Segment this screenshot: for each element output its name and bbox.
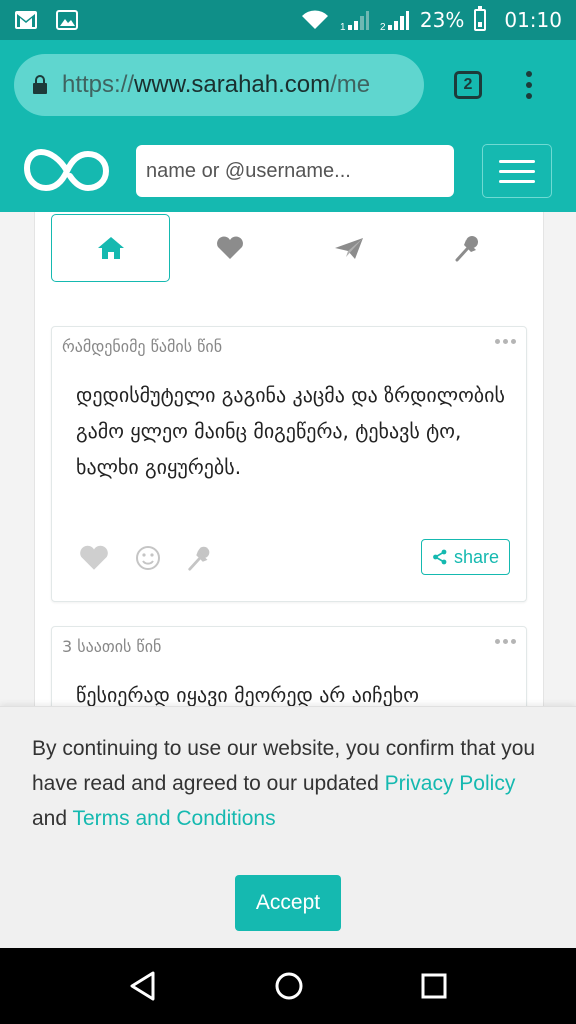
home-circle-icon[interactable] xyxy=(273,970,305,1002)
tab-count: 2 xyxy=(463,76,473,93)
message-time: რამდენიმე წამის წინ xyxy=(62,337,223,356)
tab-favorites[interactable] xyxy=(170,214,289,282)
status-bar: 1 2 23% 01:10 xyxy=(0,0,576,40)
lock-icon xyxy=(32,75,48,95)
pin-message-icon[interactable] xyxy=(186,543,214,573)
browser-menu-button[interactable] xyxy=(526,71,532,99)
accept-cookies-button[interactable]: Accept xyxy=(235,875,341,931)
back-icon[interactable] xyxy=(128,970,158,1002)
url-scheme: https:// xyxy=(62,71,135,98)
main-content: რამდენიმე წამის წინ დედისმუტელი გაგინა კ… xyxy=(34,212,544,746)
url-text: https://www.sarahah.com/me xyxy=(62,71,370,99)
share-icon xyxy=(432,549,448,565)
cookie-consent-banner: By continuing to use our website, you co… xyxy=(0,706,576,948)
sim2-label: 2 xyxy=(380,22,386,31)
user-search-input[interactable] xyxy=(136,145,454,197)
wifi-icon xyxy=(300,9,330,31)
reply-smiley-icon[interactable] xyxy=(134,544,162,572)
terms-link[interactable]: Terms and Conditions xyxy=(73,807,276,830)
message-nav-tabs xyxy=(51,214,527,282)
share-label: share xyxy=(453,546,499,567)
gmail-icon xyxy=(14,10,38,30)
signal-sim1-icon: 1 xyxy=(340,9,370,31)
heart-icon xyxy=(215,235,245,261)
android-nav-bar xyxy=(0,948,576,1024)
message-text: დედისმუტელი გაგინა კაცმა და ზრდილობის გა… xyxy=(76,383,505,479)
message-card: რამდენიმე წამის წინ დედისმუტელი გაგინა კ… xyxy=(51,326,527,602)
battery-percent: 23% xyxy=(419,8,465,32)
menu-toggle-button[interactable] xyxy=(482,144,552,198)
favorite-heart-icon[interactable] xyxy=(78,544,110,572)
gallery-icon xyxy=(56,10,78,30)
tab-sent[interactable] xyxy=(289,214,408,282)
privacy-policy-link[interactable]: Privacy Policy xyxy=(385,772,516,795)
pin-icon xyxy=(453,233,483,263)
recents-square-icon[interactable] xyxy=(420,972,448,1000)
address-bar[interactable]: https://www.sarahah.com/me xyxy=(14,54,424,116)
site-header xyxy=(0,130,576,212)
sarahah-logo[interactable] xyxy=(24,146,110,196)
message-actions xyxy=(78,543,214,573)
url-path: /me xyxy=(330,71,371,98)
tab-home[interactable] xyxy=(51,214,170,282)
message-options-button[interactable] xyxy=(495,639,516,644)
share-button[interactable]: share xyxy=(420,539,510,575)
home-icon xyxy=(96,235,126,261)
message-time: 3 საათის წინ xyxy=(62,637,162,656)
message-options-button[interactable] xyxy=(495,339,516,344)
sim1-label: 1 xyxy=(340,22,346,31)
signal-sim2-icon: 2 xyxy=(380,9,410,31)
tab-pinned[interactable] xyxy=(408,214,527,282)
battery-icon xyxy=(474,6,487,31)
url-host: www.sarahah.com xyxy=(134,71,331,98)
cookie-text-and: and xyxy=(32,807,73,830)
browser-toolbar: https://www.sarahah.com/me 2 xyxy=(0,40,576,130)
cookie-consent-text: By continuing to use our website, you co… xyxy=(32,731,556,836)
tab-switcher-button[interactable]: 2 xyxy=(454,71,482,99)
clock: 01:10 xyxy=(504,8,562,32)
paper-plane-icon xyxy=(333,235,365,261)
